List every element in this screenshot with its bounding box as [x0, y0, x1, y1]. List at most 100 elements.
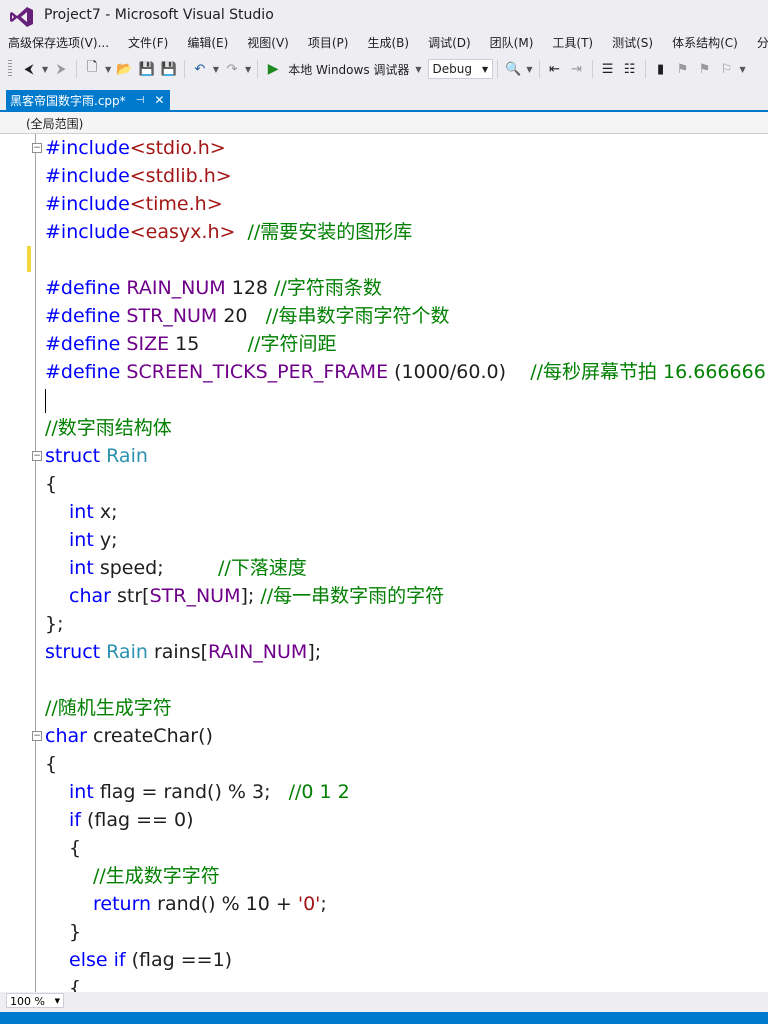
menu-file[interactable]: 文件(F) [128, 32, 168, 54]
toolbar-separator [538, 60, 540, 78]
code-line[interactable]: if (flag == 0) [45, 806, 768, 834]
toolbar-grip[interactable] [8, 60, 12, 78]
increase-indent-icon[interactable]: ⇥ [569, 59, 585, 79]
comment-icon[interactable]: ☰ [600, 59, 616, 79]
code-line[interactable]: } [45, 918, 768, 946]
code-line[interactable]: − #include<stdio.h> [32, 134, 768, 162]
document-tab-strip: 黑客帝国数字雨.cpp* ⊣ ✕ [0, 90, 768, 112]
keyword: int [69, 781, 94, 803]
string-literal: <stdio.h> [129, 137, 226, 159]
code-line[interactable]: − char createChar() [32, 722, 768, 750]
code-line[interactable]: int flag = rand() % 3; //0 1 2 [45, 778, 768, 806]
bookmark-icon[interactable]: ▮ [653, 59, 669, 79]
code-line[interactable] [45, 246, 768, 274]
code-line[interactable]: { [45, 834, 768, 862]
keyword: struct [45, 641, 101, 663]
code-text: }; [45, 613, 64, 635]
code-line[interactable]: { [45, 470, 768, 498]
menu-test[interactable]: 测试(S) [612, 32, 653, 54]
solution-config-select[interactable]: Debug ▼ [427, 59, 494, 79]
code-line[interactable]: int speed; //下落速度 [45, 554, 768, 582]
code-line[interactable]: char str[STR_NUM]; //每一串数字雨的字符 [45, 582, 768, 610]
decrease-indent-icon[interactable]: ⇤ [547, 59, 563, 79]
code-line[interactable]: struct Rain rains[RAIN_NUM]; [45, 638, 768, 666]
code-line[interactable]: #define STR_NUM 20 //每串数字雨字符个数 [45, 302, 768, 330]
collapse-icon[interactable]: − [32, 451, 42, 461]
collapse-icon[interactable]: − [32, 731, 42, 741]
code-lines[interactable]: − #include<stdio.h> #include<stdlib.h> #i… [32, 134, 768, 992]
clear-bookmarks-icon[interactable]: ⚐ [719, 59, 735, 79]
find-dropdown-icon[interactable]: ▼ [526, 65, 532, 74]
menu-tools[interactable]: 工具(T) [552, 32, 593, 54]
code-line[interactable]: #define SIZE 15 //字符间距 [45, 330, 768, 358]
code-line[interactable]: #include<easyx.h> //需要安装的图形库 [45, 218, 768, 246]
save-icon[interactable]: 💾 [139, 59, 155, 79]
code-line[interactable]: #include<time.h> [45, 190, 768, 218]
menu-analyze[interactable]: 分析( [757, 32, 768, 54]
undo-icon[interactable]: ↶ [192, 59, 208, 79]
pin-icon[interactable]: ⊣ [136, 95, 145, 106]
start-debugging-icon[interactable]: ▶ [265, 59, 281, 79]
uncomment-icon[interactable]: ☷ [622, 59, 638, 79]
menu-architecture[interactable]: 体系结构(C) [672, 32, 738, 54]
code-text: flag = rand() % 3; [93, 781, 289, 803]
code-text: { [69, 837, 82, 859]
code-text: rand() % 10 + [151, 893, 298, 915]
code-editor[interactable]: − #include<stdio.h> #include<stdlib.h> #i… [0, 134, 768, 992]
menu-view[interactable]: 视图(V) [247, 32, 289, 54]
collapse-icon[interactable]: − [32, 143, 42, 153]
menu-project[interactable]: 项目(P) [308, 32, 349, 54]
prev-bookmark-icon[interactable]: ⚑ [675, 59, 691, 79]
redo-icon[interactable]: ↷ [224, 59, 240, 79]
code-line[interactable] [45, 666, 768, 694]
code-line[interactable]: else if (flag ==1) [45, 946, 768, 974]
redo-dropdown-icon[interactable]: ▼ [245, 65, 251, 74]
macro-name: RAIN_NUM [120, 277, 226, 299]
code-line[interactable]: //生成数字字符 [45, 862, 768, 890]
bookmark-dropdown-icon[interactable]: ▼ [740, 65, 746, 74]
tab-hacker-rain-cpp[interactable]: 黑客帝国数字雨.cpp* ⊣ ✕ [6, 90, 171, 110]
menu-team[interactable]: 团队(M) [490, 32, 534, 54]
code-line[interactable]: //随机生成字符 [45, 694, 768, 722]
menu-build[interactable]: 生成(B) [367, 32, 409, 54]
code-line[interactable]: //数字雨结构体 [45, 414, 768, 442]
menu-debug[interactable]: 调试(D) [428, 32, 471, 54]
open-file-icon[interactable]: 📂 [116, 59, 132, 79]
start-debugging-button[interactable]: 本地 Windows 调试器 [288, 61, 409, 78]
code-text: { [45, 473, 58, 495]
code-line[interactable]: #define RAIN_NUM 128 //字符雨条数 [45, 274, 768, 302]
code-line[interactable]: − struct Rain [32, 442, 768, 470]
navigation-bar: (全局范围) [0, 112, 768, 134]
scope-dropdown[interactable]: (全局范围) [26, 115, 83, 132]
menu-advanced-save[interactable]: 高级保存选项(V)... [8, 32, 109, 54]
code-line[interactable]: { [45, 974, 768, 992]
keyword: #define [45, 277, 121, 299]
string-literal: <easyx.h> [129, 221, 236, 243]
code-line[interactable]: int y; [45, 526, 768, 554]
find-in-files-icon[interactable]: 🔍 [505, 59, 521, 79]
code-line[interactable]: }; [45, 610, 768, 638]
new-project-icon[interactable]: 🗋 [84, 59, 100, 79]
save-all-icon[interactable]: 💾 [161, 59, 177, 79]
code-line[interactable]: { [45, 750, 768, 778]
code-line[interactable]: #define SCREEN_TICKS_PER_FRAME (1000/60.… [45, 358, 768, 386]
menu-edit[interactable]: 编辑(E) [187, 32, 228, 54]
code-text: 128 [225, 277, 275, 299]
next-bookmark-icon[interactable]: ⚑ [697, 59, 713, 79]
code-line[interactable]: return rand() % 10 + '0'; [45, 890, 768, 918]
undo-dropdown-icon[interactable]: ▼ [213, 65, 219, 74]
new-dropdown-icon[interactable]: ▼ [105, 65, 111, 74]
close-icon[interactable]: ✕ [154, 93, 164, 107]
code-line[interactable] [45, 386, 768, 414]
macro-name: RAIN_NUM [208, 641, 308, 663]
back-icon[interactable]: ⮜ [21, 59, 37, 79]
forward-icon[interactable]: ⮞ [53, 59, 69, 79]
zoom-select[interactable]: 100 % ▼ [6, 993, 64, 1008]
debugger-dropdown-icon[interactable]: ▼ [415, 65, 421, 74]
code-line[interactable]: int x; [45, 498, 768, 526]
type-name: Rain [100, 445, 148, 467]
back-dropdown-icon[interactable]: ▼ [42, 65, 48, 74]
keyword: int [69, 501, 94, 523]
code-text: 20 [217, 305, 266, 327]
code-line[interactable]: #include<stdlib.h> [45, 162, 768, 190]
